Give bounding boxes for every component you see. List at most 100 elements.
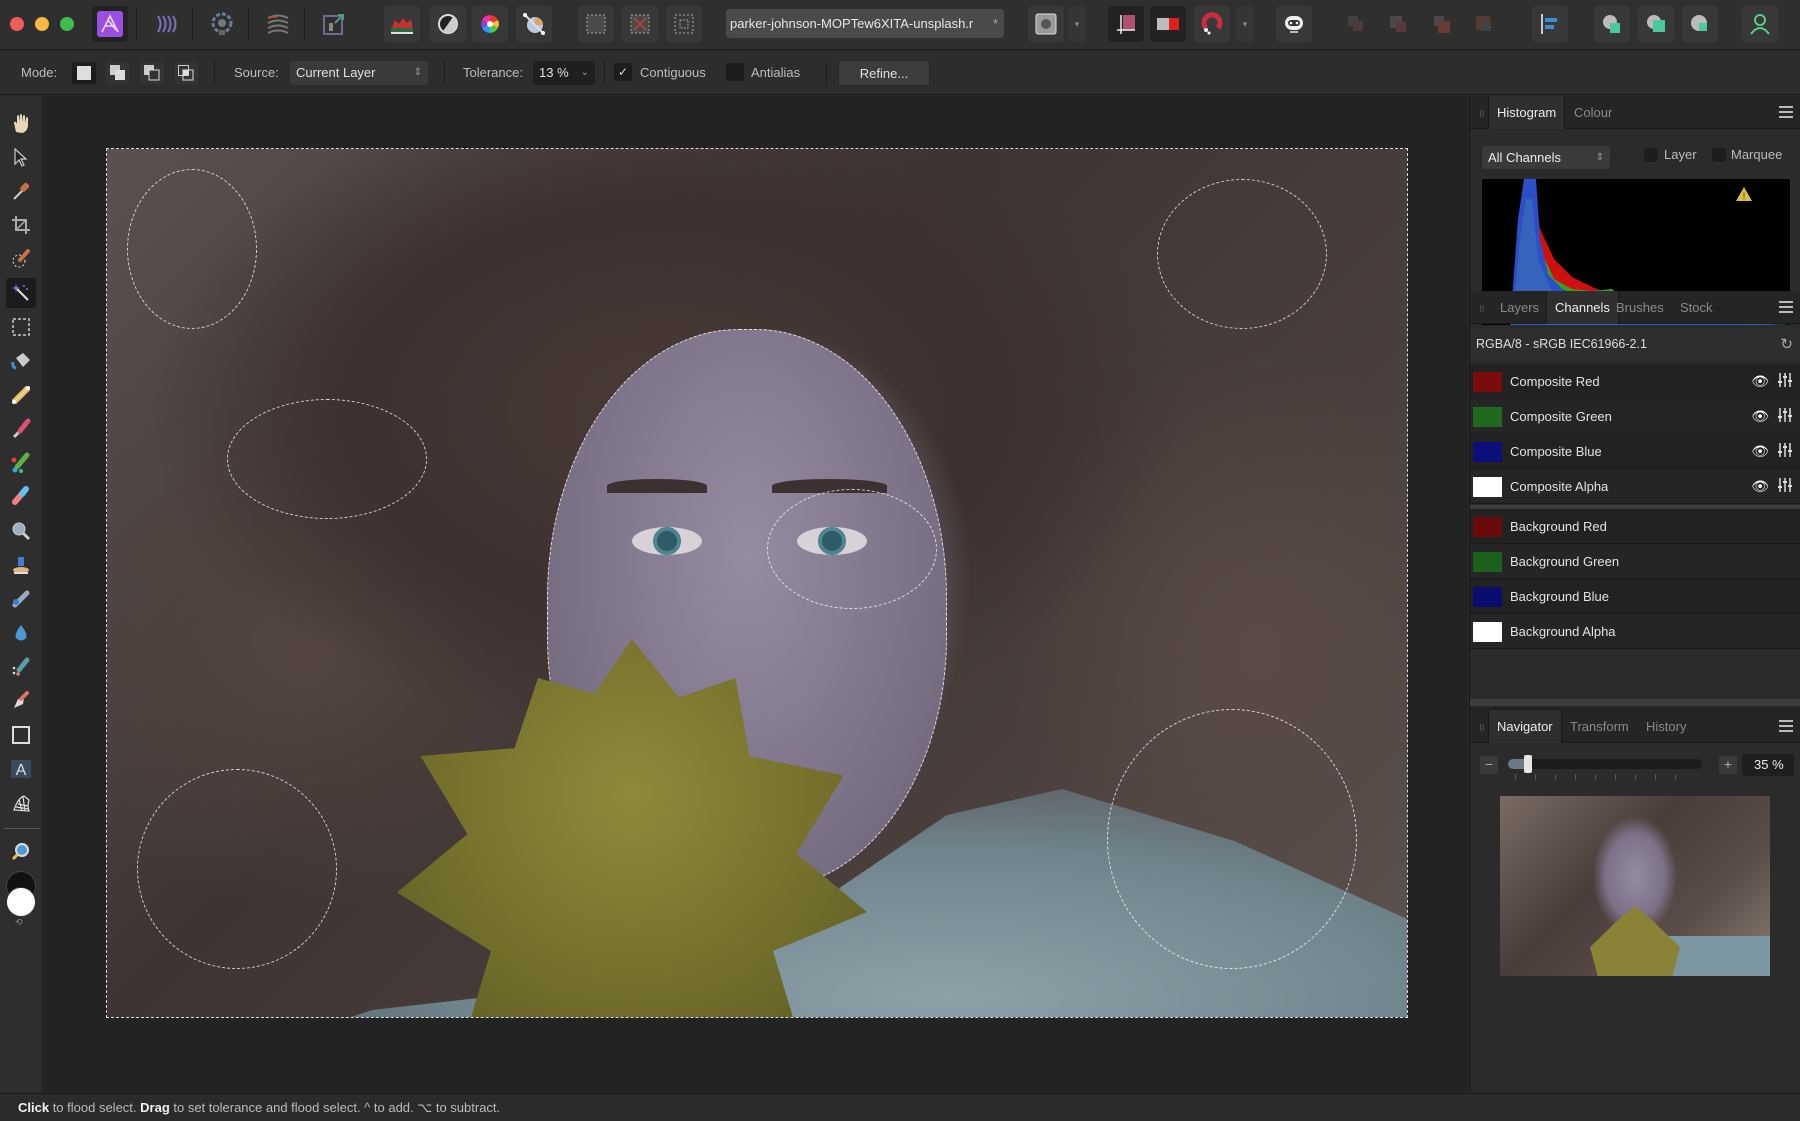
channel-adjust-icon[interactable] (1777, 442, 1793, 458)
auto-contrast-button[interactable] (430, 6, 466, 42)
assistant-button[interactable] (1276, 6, 1312, 42)
panel-grip-icon[interactable]: ॥ (1478, 301, 1485, 316)
panel-grip-icon[interactable]: ॥ (1478, 106, 1485, 121)
tab-navigator[interactable]: Navigator (1488, 710, 1562, 743)
zoom-slider[interactable] (1508, 755, 1702, 773)
quick-mask-button[interactable] (1028, 6, 1064, 42)
boolean-intersect-button[interactable] (1682, 6, 1718, 42)
move-to-back-button[interactable] (1466, 6, 1502, 42)
quick-mask-dropdown[interactable]: ▾ (1068, 6, 1086, 42)
tab-brushes[interactable]: Brushes (1608, 291, 1672, 324)
channel-row[interactable]: Background Red (1470, 509, 1800, 544)
move-to-front-button[interactable] (1338, 6, 1374, 42)
paint-brush-tool[interactable] (6, 414, 36, 444)
smudge-brush-tool[interactable] (6, 652, 36, 682)
primary-colour-swatch[interactable] (6, 887, 36, 917)
marquee-checkbox[interactable] (1712, 148, 1726, 162)
erase-brush-tool[interactable] (6, 482, 36, 512)
channel-row[interactable]: Background Blue (1470, 579, 1800, 614)
invert-selection-button[interactable] (666, 6, 702, 42)
channel-adjust-icon[interactable] (1777, 372, 1793, 388)
mesh-warp-tool[interactable] (6, 788, 36, 818)
snapping-options-button[interactable] (1150, 6, 1186, 42)
force-pixel-alignment-button[interactable] (1194, 6, 1230, 42)
blemish-removal-tool[interactable] (6, 584, 36, 614)
refine-button[interactable]: Refine... (838, 60, 930, 86)
mode-add-button[interactable] (106, 62, 130, 84)
visibility-eye-icon[interactable]: 👁 (1751, 408, 1769, 425)
clone-tool[interactable] (6, 550, 36, 580)
histogram-channel-select[interactable]: All Channels ⇕ (1482, 146, 1610, 169)
visibility-eye-icon[interactable]: 👁 (1751, 478, 1769, 495)
deselect-button[interactable] (622, 6, 658, 42)
tolerance-field[interactable]: 13 % ⌄ (533, 61, 595, 85)
antialias-checkbox[interactable] (726, 63, 744, 81)
auto-levels-button[interactable] (384, 6, 420, 42)
panel-grip-icon[interactable]: ॥ (1478, 720, 1485, 735)
mode-subtract-button[interactable] (140, 62, 164, 84)
visibility-eye-icon[interactable]: 👁 (1751, 373, 1769, 390)
zoom-value-field[interactable]: 35 % (1742, 754, 1794, 776)
zoom-tool[interactable] (6, 836, 36, 866)
mode-intersect-button[interactable] (174, 62, 198, 84)
channel-row[interactable]: Composite Red 👁 (1470, 364, 1800, 399)
channel-row[interactable]: Composite Blue 👁 (1470, 434, 1800, 469)
pen-tool[interactable] (6, 686, 36, 716)
channel-adjust-icon[interactable] (1777, 477, 1793, 493)
view-tool[interactable] (6, 108, 36, 138)
contiguous-checkbox[interactable]: ✓ (614, 63, 632, 81)
chevron-down-icon[interactable]: ⌄ (581, 61, 589, 85)
refresh-icon[interactable]: ↻ (1780, 328, 1793, 361)
tab-colour[interactable]: Colour (1566, 96, 1620, 129)
colour-replacement-tool[interactable] (6, 448, 36, 478)
document-title-tab[interactable]: parker-johnson-MOPTew6XITA-unsplash.r * (726, 9, 1004, 38)
selection-brush-tool[interactable] (6, 244, 36, 274)
mode-new-button[interactable] (72, 62, 96, 84)
source-select[interactable]: Current Layer ⇕ (290, 61, 428, 85)
panel-menu-icon[interactable] (1779, 720, 1793, 735)
zoom-out-button[interactable]: − (1480, 756, 1498, 774)
channel-row[interactable]: Composite Alpha 👁 (1470, 469, 1800, 504)
auto-colour-button[interactable] (472, 6, 508, 42)
colour-picker-tool[interactable] (6, 176, 36, 206)
export-persona-button[interactable] (316, 6, 352, 42)
tab-histogram[interactable]: Histogram (1488, 96, 1566, 129)
minimize-window-button[interactable] (35, 17, 49, 31)
canvas-area[interactable] (44, 96, 1468, 1092)
navigator-preview[interactable] (1500, 796, 1770, 976)
swap-colours-icon[interactable]: ⟲ (15, 917, 23, 928)
zoom-lens-tool[interactable] (6, 516, 36, 546)
zoom-slider-thumb[interactable] (1523, 755, 1532, 773)
colour-swatches[interactable]: ⟲ (4, 871, 38, 928)
move-tool[interactable] (6, 142, 36, 172)
align-button[interactable] (1532, 6, 1568, 42)
panel-menu-icon[interactable] (1779, 106, 1793, 121)
crop-tool[interactable] (6, 210, 36, 240)
layer-checkbox[interactable] (1644, 148, 1658, 162)
panel-menu-icon[interactable] (1779, 301, 1793, 316)
boolean-subtract-button[interactable] (1638, 6, 1674, 42)
alignment-dropdown[interactable]: ▾ (1236, 6, 1254, 42)
blur-brush-tool[interactable] (6, 618, 36, 648)
user-account-button[interactable] (1742, 6, 1778, 42)
gradient-tool[interactable] (6, 380, 36, 410)
tab-stock[interactable]: Stock (1672, 291, 1721, 324)
text-tool[interactable]: A (6, 754, 36, 784)
flood-fill-tool[interactable] (6, 346, 36, 376)
snapping-button[interactable] (1108, 6, 1144, 42)
auto-white-balance-button[interactable] (516, 6, 552, 42)
zoom-in-button[interactable]: + (1719, 756, 1737, 774)
develop-persona-button[interactable] (204, 6, 240, 42)
channel-row[interactable]: Composite Green 👁 (1470, 399, 1800, 434)
tab-history[interactable]: History (1638, 710, 1694, 743)
close-window-button[interactable] (10, 17, 24, 31)
document-image[interactable] (106, 148, 1408, 1018)
liquify-persona-button[interactable] (148, 6, 184, 42)
channel-adjust-icon[interactable] (1777, 407, 1793, 423)
marquee-tool[interactable] (6, 312, 36, 342)
channel-row[interactable]: Background Green (1470, 544, 1800, 579)
tab-layers[interactable]: Layers (1492, 291, 1547, 324)
rectangle-tool[interactable] (6, 720, 36, 750)
zoom-window-button[interactable] (60, 17, 74, 31)
tab-transform[interactable]: Transform (1562, 710, 1637, 743)
